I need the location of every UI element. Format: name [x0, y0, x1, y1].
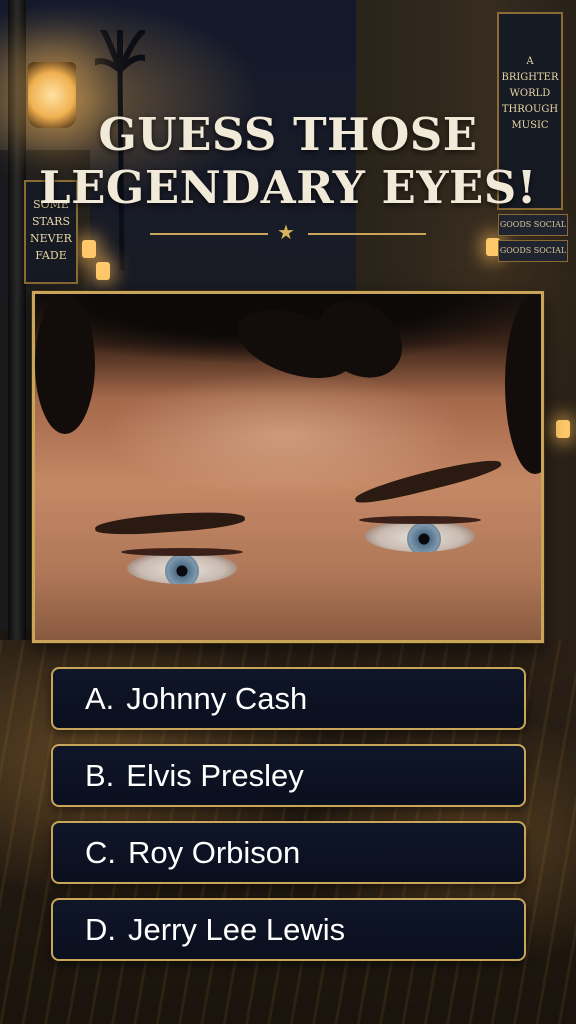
hair-strand — [35, 294, 95, 434]
option-c-button[interactable]: C. Roy Orbison — [51, 821, 526, 884]
option-d-button[interactable]: D. Jerry Lee Lewis — [51, 898, 526, 961]
title-line-1: GUESS THOSE — [98, 108, 478, 161]
lamp-small — [96, 262, 110, 280]
option-letter: C. — [85, 834, 116, 870]
store-sign: GOODS SOCIAL — [498, 240, 568, 262]
option-label: Roy Orbison — [128, 834, 301, 870]
store-sign: GOODS SOCIAL — [498, 214, 568, 236]
right-iris — [407, 522, 441, 552]
divider-line-right — [308, 233, 426, 235]
answer-options: A. Johnny Cash B. Elvis Presley C. Roy O… — [51, 667, 526, 975]
option-label: Johnny Cash — [126, 680, 308, 716]
option-b-button[interactable]: B. Elvis Presley — [51, 744, 526, 807]
left-eyelid — [121, 548, 243, 556]
right-eyelid — [359, 516, 481, 524]
title-divider: ★ — [150, 220, 426, 244]
lamp-small — [556, 420, 570, 438]
star-icon: ★ — [277, 220, 295, 244]
page-title: GUESS THOSE LEGENDARY EYES! — [0, 108, 576, 214]
option-label: Elvis Presley — [126, 757, 304, 793]
left-iris — [165, 554, 199, 584]
eyes-image-frame — [32, 291, 544, 643]
divider-line-left — [150, 233, 268, 235]
option-label: Jerry Lee Lewis — [128, 911, 346, 947]
lamp-post — [8, 0, 26, 640]
option-letter: D. — [85, 911, 116, 947]
option-letter: A. — [85, 680, 115, 716]
option-letter: B. — [85, 757, 115, 793]
option-a-button[interactable]: A. Johnny Cash — [51, 667, 526, 730]
title-line-2: LEGENDARY EYES! — [38, 161, 538, 214]
lamp-small — [82, 240, 96, 258]
right-eye — [365, 520, 475, 552]
left-eye — [127, 552, 237, 584]
